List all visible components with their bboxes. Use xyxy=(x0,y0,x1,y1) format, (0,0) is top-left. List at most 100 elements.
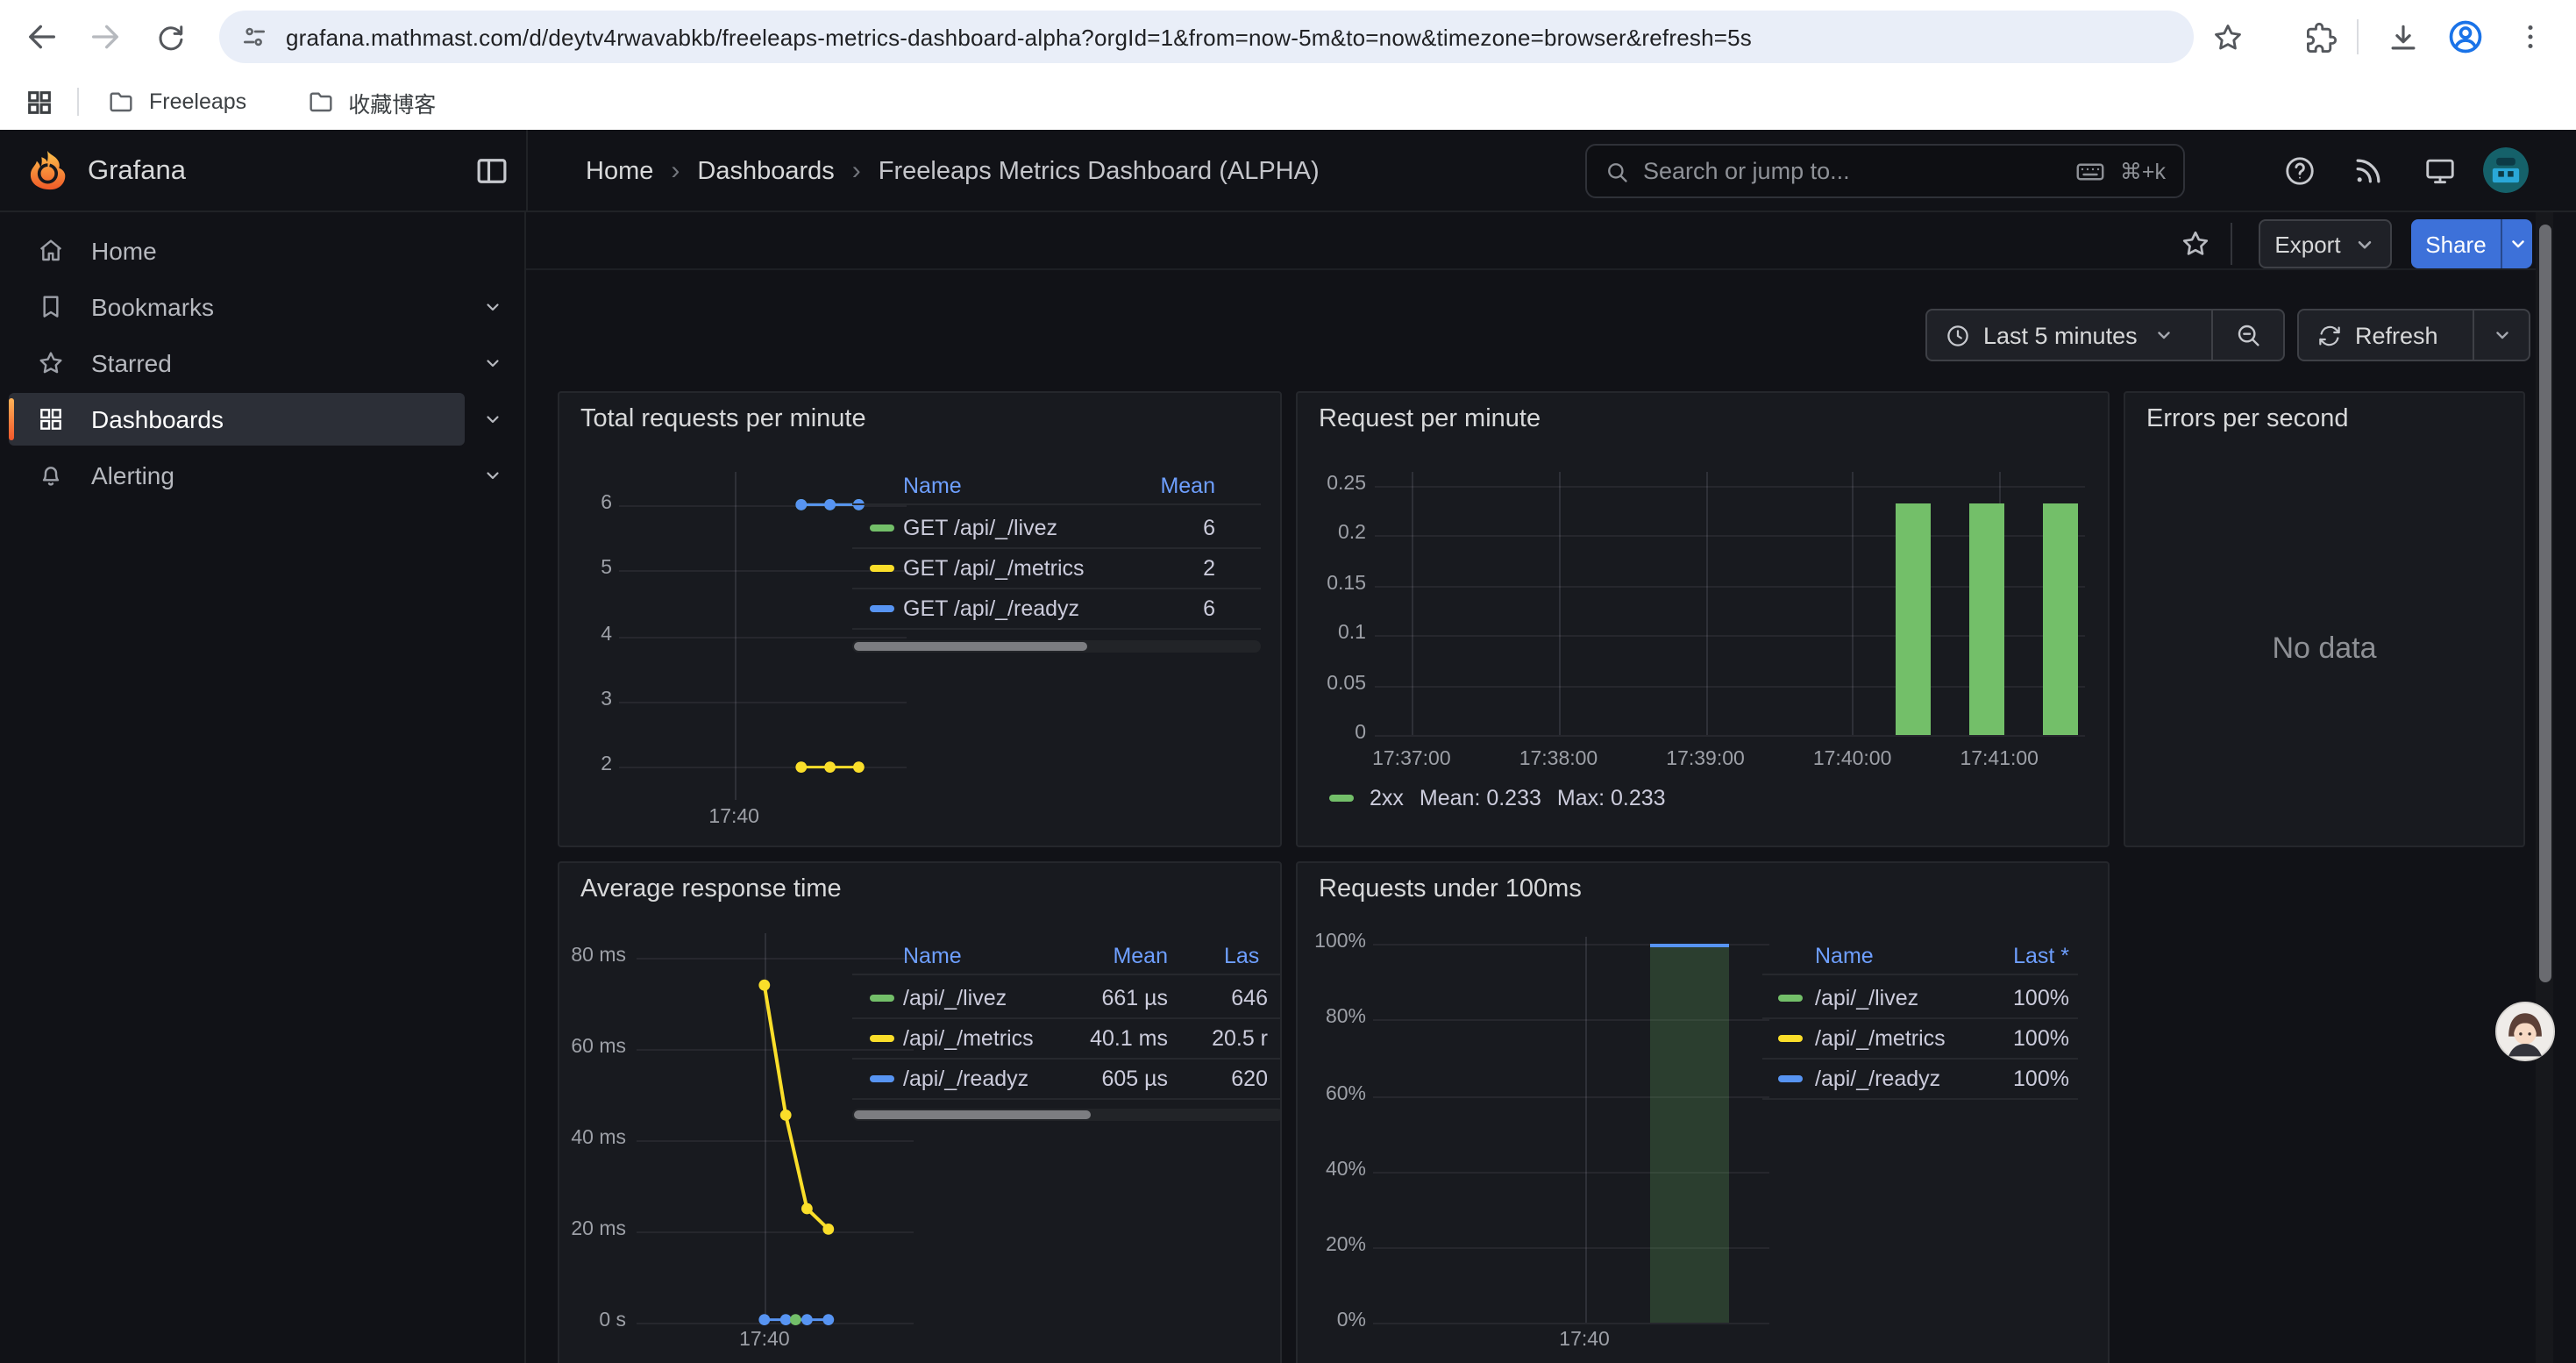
search-input[interactable]: Search or jump to... ⌘+k xyxy=(1585,144,2185,198)
sidebar-item-home[interactable]: Home xyxy=(9,225,514,277)
page-scrollbar[interactable] xyxy=(2536,212,2553,1363)
sidebar-toggle-icon[interactable] xyxy=(473,153,510,189)
y-tick-label: 0% xyxy=(1298,1310,1366,1331)
legend-scrollbar-thumb[interactable] xyxy=(854,642,1087,651)
legend-row: GET /api/_/readyz6 xyxy=(852,589,1261,630)
zoom-out-button[interactable] xyxy=(2213,310,2283,360)
x-tick-label: 17:39:00 xyxy=(1646,749,1765,770)
sidebar-item-dashboards[interactable]: Dashboards xyxy=(9,393,514,446)
bookmark-folder-freeleaps[interactable]: Freeleaps xyxy=(93,81,260,123)
sidebar-item-bookmarks[interactable]: Bookmarks xyxy=(9,281,514,333)
panel-title[interactable]: Errors per second xyxy=(2146,405,2349,433)
legend-row: /api/_/readyz100% xyxy=(1762,1060,2078,1100)
help-icon[interactable] xyxy=(2283,154,2316,188)
sidebar-item-highlight xyxy=(9,281,465,333)
actions-divider xyxy=(2231,223,2232,265)
side-panel-button[interactable] xyxy=(14,77,63,126)
panel-title[interactable]: Request per minute xyxy=(1319,405,1541,433)
y-tick-label: 60% xyxy=(1298,1083,1366,1104)
legend-row: /api/_/readyz605 µs620 xyxy=(852,1060,1282,1100)
url-bar[interactable]: grafana.mathmast.com/d/deytv4rwavabkb/fr… xyxy=(219,11,2194,63)
grafana-logo[interactable] xyxy=(25,147,70,193)
legend-header: NameMean xyxy=(852,467,1261,505)
legend-row: /api/_/livez100% xyxy=(1762,979,2078,1019)
legend-scrollbar-thumb[interactable] xyxy=(854,1110,1092,1119)
browser-toolbar: grafana.mathmast.com/d/deytv4rwavabkb/fr… xyxy=(0,0,2576,74)
legend-value: 2 xyxy=(852,556,1215,581)
legend-value: 6 xyxy=(852,596,1215,621)
sidebar-nav: HomeBookmarksStarredDashboards Alerting xyxy=(0,212,526,1363)
export-button[interactable]: Export xyxy=(2259,219,2392,268)
legend-row: /api/_/metrics100% xyxy=(1762,1019,2078,1060)
x-tick-label: 17:40:00 xyxy=(1793,749,1912,770)
bar xyxy=(1896,503,1931,735)
y-tick-label: 0.2 xyxy=(1298,524,1366,545)
legend-scrollbar[interactable] xyxy=(852,640,1261,653)
series-color-pill xyxy=(1329,795,1354,802)
panel-errors-per-second: No data Errors per second xyxy=(2124,391,2525,847)
user-avatar[interactable] xyxy=(2483,147,2529,193)
monitor-icon[interactable] xyxy=(2423,154,2457,188)
forward-arrow-icon xyxy=(88,19,123,54)
keyboard-icon xyxy=(2074,155,2106,187)
refresh-button[interactable]: Refresh xyxy=(2299,310,2473,360)
panel-title[interactable]: Total requests per minute xyxy=(580,405,866,433)
reload-button[interactable] xyxy=(146,12,195,61)
share-button[interactable]: Share xyxy=(2411,219,2501,268)
back-button[interactable] xyxy=(18,12,67,61)
y-tick-label: 0.1 xyxy=(1298,623,1366,644)
dashboards-grid-icon xyxy=(37,405,65,433)
grid-line xyxy=(1705,472,1707,735)
grafana-brand[interactable]: Grafana xyxy=(88,130,186,212)
breadcrumb-home[interactable]: Home xyxy=(586,157,653,185)
assistant-avatar[interactable] xyxy=(2495,1002,2555,1061)
toolbar-divider xyxy=(2357,19,2359,54)
sidebar-item-label: Alerting xyxy=(91,461,174,489)
chevron-down-icon xyxy=(2507,233,2528,254)
home-icon xyxy=(37,237,65,265)
active-accent-bar xyxy=(9,398,14,440)
bookmark-folder-blogs[interactable]: 收藏博客 xyxy=(292,81,450,123)
refresh-interval-button[interactable] xyxy=(2474,310,2529,360)
breadcrumb-current: Freeleaps Metrics Dashboard (ALPHA) xyxy=(879,157,1320,185)
url-text: grafana.mathmast.com/d/deytv4rwavabkb/fr… xyxy=(286,24,1752,50)
legend-value: 100% xyxy=(1762,1067,2069,1091)
screen: grafana.mathmast.com/d/deytv4rwavabkb/fr… xyxy=(0,0,2576,1363)
legend-series-name[interactable]: 2xx xyxy=(1370,786,1404,810)
share-menu-button[interactable] xyxy=(2501,219,2532,268)
legend-scrollbar[interactable] xyxy=(852,1109,1282,1121)
legend-value: 646 xyxy=(852,986,1268,1010)
chevron-down-icon xyxy=(482,409,503,430)
y-tick-label: 0 xyxy=(1298,723,1366,744)
chevron-down-icon xyxy=(2153,325,2174,346)
bell-icon xyxy=(37,461,65,489)
forward-button[interactable] xyxy=(81,12,130,61)
chevron-down-icon xyxy=(482,465,503,486)
breadcrumb-dashboards[interactable]: Dashboards xyxy=(697,157,834,185)
search-shortcut: ⌘+k xyxy=(2120,158,2166,184)
kebab-menu-icon xyxy=(2515,21,2546,53)
legend-header: NameLast * xyxy=(1762,937,2078,975)
downloads-button[interactable] xyxy=(2378,12,2427,61)
legend-header-col: Mean xyxy=(852,473,1215,497)
panel-total-requests-per-minute: 6543217:40NameMeanGET /api/_/livez6GET /… xyxy=(558,391,1282,847)
page-scrollbar-thumb[interactable] xyxy=(2538,225,2551,982)
panel-title[interactable]: Average response time xyxy=(580,875,842,903)
sidebar-item-alerting[interactable]: Alerting xyxy=(9,449,514,502)
site-settings-tune-icon[interactable] xyxy=(240,23,268,51)
star-icon xyxy=(2210,20,2244,54)
extensions-button[interactable] xyxy=(2295,12,2345,61)
y-tick-label: 100% xyxy=(1298,932,1366,953)
sidebar-item-highlight xyxy=(9,449,465,502)
time-range-picker[interactable]: Last 5 minutes xyxy=(1927,310,2211,360)
favorite-star-icon[interactable] xyxy=(2180,228,2211,260)
sidebar-item-starred[interactable]: Starred xyxy=(9,337,514,389)
chart-area: 6543217:40NameMeanGET /api/_/livez6GET /… xyxy=(559,393,1280,846)
news-rss-icon[interactable] xyxy=(2352,154,2385,188)
y-tick-label: 0.05 xyxy=(1298,673,1366,694)
bookmark-star-button[interactable] xyxy=(2202,12,2252,61)
browser-menu-button[interactable] xyxy=(2506,12,2555,61)
panel-title[interactable]: Requests under 100ms xyxy=(1319,875,1582,903)
legend-header-col: Las xyxy=(1224,943,1259,967)
profile-button[interactable] xyxy=(2441,12,2490,61)
